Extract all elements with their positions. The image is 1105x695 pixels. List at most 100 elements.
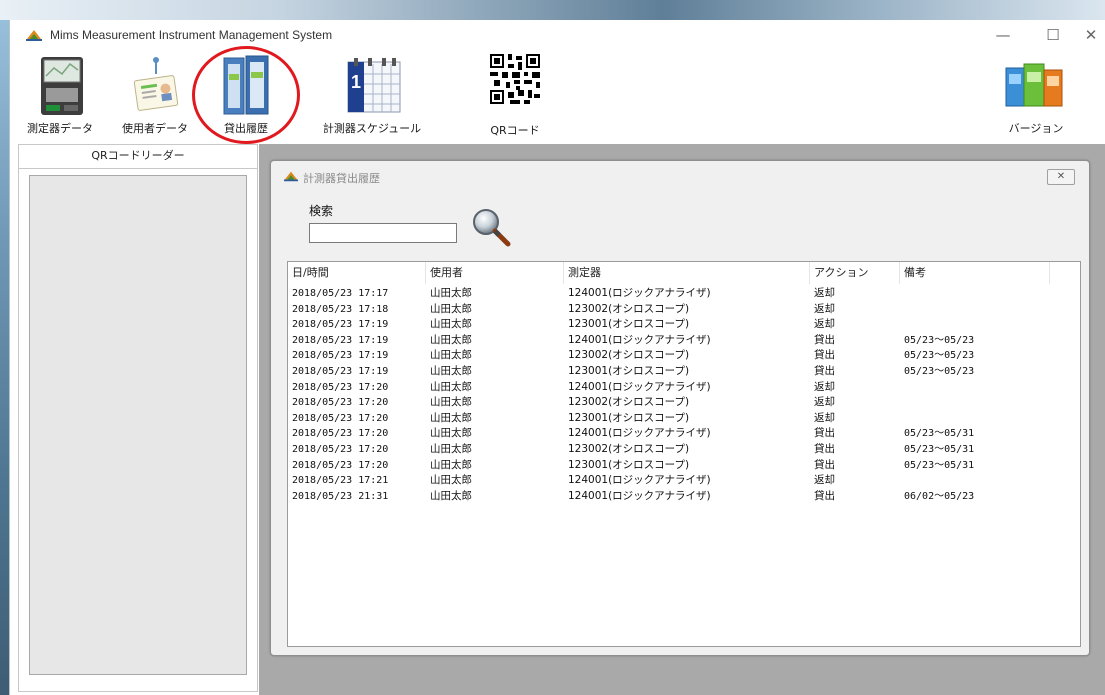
- cell-instrument: 124001(ロジックアナライザ): [568, 427, 711, 440]
- cell-datetime: 2018/05/23 17:20: [292, 397, 389, 409]
- cell-action: 貸出: [814, 333, 835, 346]
- cell-note: 05/23～05/31: [904, 428, 975, 440]
- maximize-button[interactable]: ☐: [1036, 23, 1070, 47]
- table-row[interactable]: 2018/05/23 17:20 山田太郎 123002(オシロスコープ) 返却: [288, 395, 1080, 411]
- toolbar-label: 測定器データ: [27, 122, 93, 135]
- table-row[interactable]: 2018/05/23 17:20 山田太郎 124001(ロジックアナライザ) …: [288, 426, 1080, 442]
- magnifier-icon[interactable]: [471, 207, 511, 247]
- table-row[interactable]: 2018/05/23 17:20 山田太郎 124001(ロジックアナライザ) …: [288, 380, 1080, 396]
- cell-instrument: 123002(オシロスコープ): [568, 302, 690, 315]
- qr-reader-view: [29, 175, 247, 675]
- cell-datetime: 2018/05/23 17:20: [292, 381, 389, 393]
- id-badge-icon: [133, 57, 179, 111]
- calendar-icon: 1: [347, 58, 401, 113]
- window-title: Mims Measurement Instrument Management S…: [50, 28, 333, 42]
- cell-action: 貸出: [814, 458, 835, 471]
- tab-qr-reader[interactable]: QRコードリーダー: [18, 144, 258, 168]
- table-row[interactable]: 2018/05/23 17:19 山田太郎 123001(オシロスコープ) 返却: [288, 317, 1080, 333]
- toolbar-qr-code-button[interactable]: QRコード: [480, 52, 550, 140]
- lending-history-list[interactable]: 日/時間 使用者 測定器 アクション 備考 2018/05/23 17:17 山…: [287, 261, 1081, 647]
- table-row[interactable]: 2018/05/23 17:19 山田太郎 123002(オシロスコープ) 貸出…: [288, 348, 1080, 364]
- toolbar-label: 使用者データ: [122, 122, 188, 135]
- table-row[interactable]: 2018/05/23 17:17 山田太郎 124001(ロジックアナライザ) …: [288, 286, 1080, 302]
- cell-datetime: 2018/05/23 17:19: [292, 350, 389, 362]
- instrument-device-icon: [41, 57, 83, 115]
- minimize-button[interactable]: —: [986, 23, 1020, 47]
- cell-action: 貸出: [814, 364, 835, 377]
- cell-instrument: 124001(ロジックアナライザ): [568, 489, 711, 502]
- app-logo-icon: [284, 171, 298, 182]
- cell-user: 山田太郎: [430, 396, 472, 409]
- cell-user: 山田太郎: [430, 474, 472, 487]
- table-row[interactable]: 2018/05/23 17:19 山田太郎 123001(オシロスコープ) 貸出…: [288, 364, 1080, 380]
- child-close-button[interactable]: ✕: [1047, 169, 1075, 185]
- cell-action: 貸出: [814, 349, 835, 362]
- cell-note: 05/23～05/23: [904, 350, 975, 362]
- toolbar-user-data-button[interactable]: 使用者データ: [110, 52, 200, 140]
- cell-datetime: 2018/05/23 17:20: [292, 459, 389, 471]
- cell-action: 返却: [814, 287, 835, 299]
- cell-instrument: 123001(オシロスコープ): [568, 458, 690, 471]
- title-bar: Mims Measurement Instrument Management S…: [10, 20, 1105, 50]
- toolbar-label: バージョン: [1008, 122, 1064, 135]
- table-row[interactable]: 2018/05/23 17:21 山田太郎 124001(ロジックアナライザ) …: [288, 473, 1080, 489]
- cell-note: [900, 395, 904, 411]
- table-row[interactable]: 2018/05/23 17:20 山田太郎 123001(オシロスコープ) 返却: [288, 411, 1080, 427]
- toolbar-schedule-button[interactable]: 1 計測器スケジュール: [310, 52, 434, 140]
- cell-note: [900, 286, 904, 302]
- cell-user: 山田太郎: [430, 287, 472, 299]
- cell-datetime: 2018/05/23 17:20: [292, 412, 389, 424]
- column-header-datetime[interactable]: 日/時間: [288, 262, 426, 284]
- cell-instrument: 124001(ロジックアナライザ): [568, 333, 711, 346]
- column-header-note[interactable]: 備考: [900, 262, 1050, 284]
- table-row[interactable]: 2018/05/23 21:31 山田太郎 124001(ロジックアナライザ) …: [288, 489, 1080, 505]
- search-label: 検索: [309, 204, 334, 218]
- cell-note: 05/23～05/23: [904, 334, 975, 346]
- qr-code-icon: [490, 54, 540, 104]
- cell-datetime: 2018/05/23 17:20: [292, 443, 389, 455]
- table-row[interactable]: 2018/05/23 17:18 山田太郎 123002(オシロスコープ) 返却: [288, 302, 1080, 318]
- cell-note: [900, 302, 904, 318]
- app-window: Mims Measurement Instrument Management S…: [9, 20, 1105, 695]
- cell-user: 山田太郎: [430, 458, 472, 471]
- cell-action: 貸出: [814, 427, 835, 440]
- toolbar-instrument-data-button[interactable]: 測定器データ: [14, 52, 106, 140]
- mdi-workspace: 計測器貸出履歴 ✕ 検索 日/時間 使用者 測定器 アクション 備考 2018/…: [259, 144, 1105, 695]
- cell-instrument: 123002(オシロスコープ): [568, 396, 690, 409]
- column-header-action[interactable]: アクション: [810, 262, 900, 284]
- cell-action: 貸出: [814, 489, 835, 502]
- cell-note: 06/02～05/23: [904, 490, 975, 502]
- cell-action: 返却: [814, 380, 835, 393]
- child-title-bar[interactable]: 計測器貸出履歴 ✕: [271, 161, 1089, 189]
- cell-datetime: 2018/05/23 17:17: [292, 288, 389, 299]
- cell-note: 05/23～05/23: [904, 365, 975, 377]
- cell-note: [900, 473, 904, 489]
- toolbar-lending-history-button[interactable]: 貸出履歴: [204, 52, 288, 140]
- cell-action: 返却: [814, 302, 835, 315]
- close-button[interactable]: ✕: [1074, 23, 1105, 47]
- cell-user: 山田太郎: [430, 333, 472, 346]
- cell-user: 山田太郎: [430, 318, 472, 331]
- column-header-user[interactable]: 使用者: [426, 262, 564, 284]
- cell-datetime: 2018/05/23 21:31: [292, 490, 389, 502]
- cell-action: 貸出: [814, 442, 835, 455]
- cell-datetime: 2018/05/23 17:21: [292, 475, 389, 487]
- lending-history-window: 計測器貸出履歴 ✕ 検索 日/時間 使用者 測定器 アクション 備考 2018/…: [270, 160, 1090, 656]
- cell-datetime: 2018/05/23 17:19: [292, 334, 389, 346]
- table-row[interactable]: 2018/05/23 17:20 山田太郎 123002(オシロスコープ) 貸出…: [288, 442, 1080, 458]
- desktop-background: [0, 0, 1105, 20]
- cell-instrument: 123002(オシロスコープ): [568, 442, 690, 455]
- list-rows: 2018/05/23 17:17 山田太郎 124001(ロジックアナライザ) …: [288, 286, 1080, 504]
- cell-action: 返却: [814, 396, 835, 409]
- cell-instrument: 123001(オシロスコープ): [568, 318, 690, 331]
- toolbar-version-button[interactable]: バージョン: [998, 52, 1074, 140]
- cell-instrument: 123001(オシロスコープ): [568, 364, 690, 377]
- cell-instrument: 124001(ロジックアナライザ): [568, 474, 711, 487]
- qr-reader-panel: [18, 168, 258, 692]
- table-row[interactable]: 2018/05/23 17:20 山田太郎 123001(オシロスコープ) 貸出…: [288, 458, 1080, 474]
- table-row[interactable]: 2018/05/23 17:19 山田太郎 124001(ロジックアナライザ) …: [288, 333, 1080, 349]
- column-header-instrument[interactable]: 測定器: [564, 262, 810, 284]
- cell-note: [900, 380, 904, 396]
- search-input[interactable]: [309, 223, 457, 243]
- list-header: 日/時間 使用者 測定器 アクション 備考: [288, 262, 1080, 284]
